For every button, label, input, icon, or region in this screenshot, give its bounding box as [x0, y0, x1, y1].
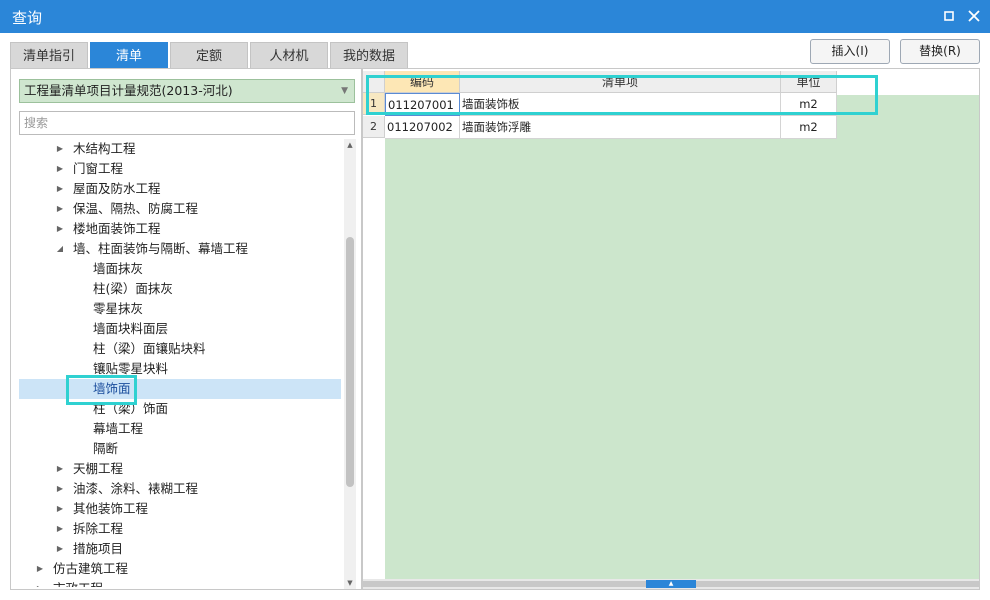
tree-item-label: 柱（梁）面镶贴块料	[93, 341, 206, 356]
collapsed-caret-icon[interactable]: ▶	[35, 559, 45, 579]
collapsed-caret-icon[interactable]: ▶	[55, 139, 65, 159]
collapsed-caret-icon[interactable]: ▶	[55, 539, 65, 559]
tree-item-label: 措施项目	[73, 541, 124, 556]
tree-item[interactable]: ▶ 市政工程	[19, 579, 341, 587]
scroll-up-icon[interactable]: ▲	[344, 139, 356, 151]
standard-select-value: 工程量清单项目计量规范(2013-河北)	[24, 83, 233, 98]
tree-item[interactable]: 墙面抹灰	[19, 259, 341, 279]
insert-button[interactable]: 插入(I)	[810, 39, 890, 64]
tree-item-label: 拆除工程	[73, 521, 124, 536]
collapsed-caret-icon[interactable]: ▶	[55, 519, 65, 539]
close-icon[interactable]	[965, 7, 983, 25]
maximize-icon[interactable]	[940, 7, 958, 25]
tree-item-label: 市政工程	[53, 579, 103, 587]
tree-item[interactable]: ▶ 保温、隔热、防腐工程	[19, 199, 341, 219]
tree-item-label: 屋面及防水工程	[73, 181, 161, 196]
cell-item[interactable]: 墙面装饰浮雕	[460, 116, 781, 139]
cell-code[interactable]: 011207002	[385, 116, 460, 139]
column-header-code[interactable]: 编码	[385, 71, 460, 93]
tree-scrollbar[interactable]: ▲ ▼	[344, 139, 356, 589]
tab-list[interactable]: 清单	[90, 42, 168, 69]
splitter-handle[interactable]: ▲	[646, 580, 696, 588]
column-header-item[interactable]: 清单项	[460, 71, 781, 93]
row-number[interactable]: 1	[363, 93, 385, 115]
tree-item[interactable]: ▶ 其他装饰工程	[19, 499, 341, 519]
tree-item[interactable]: ▶ 楼地面装饰工程	[19, 219, 341, 239]
tree-item[interactable]: 墙面块料面层	[19, 319, 341, 339]
tree-item-label: 幕墙工程	[93, 421, 144, 436]
collapsed-caret-icon[interactable]: ▶	[55, 499, 65, 519]
tab-list-guide[interactable]: 清单指引	[10, 42, 88, 69]
collapsed-caret-icon[interactable]: ▶	[55, 199, 65, 219]
tree-item-label: 门窗工程	[73, 161, 124, 176]
tree-item[interactable]: 幕墙工程	[19, 419, 341, 439]
tree-item-label: 柱(梁）面抹灰	[93, 281, 173, 296]
scroll-down-icon[interactable]: ▼	[344, 577, 356, 589]
scrollbar-thumb[interactable]	[346, 237, 354, 487]
collapsed-caret-icon[interactable]: ▶	[55, 159, 65, 179]
right-pane: 编码 清单项 单位 1 011207001 墙面装饰板 m2 2 0112070…	[362, 68, 980, 590]
collapsed-caret-icon[interactable]: ▶	[55, 479, 65, 499]
tab-my-data[interactable]: 我的数据	[330, 42, 408, 69]
tree-item[interactable]: ▶ 天棚工程	[19, 459, 341, 479]
expanded-caret-icon[interactable]: ◢	[55, 239, 65, 259]
column-header-unit[interactable]: 单位	[781, 71, 837, 93]
left-pane: 工程量清单项目计量规范(2013-河北) ▼ ▶ 木结构工程 ▶ 门窗工程 ▶ 屋面及防水…	[10, 68, 362, 590]
tab-quota[interactable]: 定额	[170, 42, 248, 69]
tree-item-label: 其他装饰工程	[73, 501, 149, 516]
tree-item[interactable]: ▶ 屋面及防水工程	[19, 179, 341, 199]
grid-background	[385, 95, 979, 579]
tree-item[interactable]: ▶ 木结构工程	[19, 139, 341, 159]
tree-item[interactable]: 墙饰面	[19, 379, 341, 399]
search-input[interactable]	[19, 111, 355, 135]
row-number[interactable]: 2	[363, 116, 385, 138]
tree-item[interactable]: 隔断	[19, 439, 341, 459]
tree-item[interactable]: ▶ 仿古建筑工程	[19, 559, 341, 579]
tree-item[interactable]: 柱（梁）面镶贴块料	[19, 339, 341, 359]
tree-item-label: 墙面块料面层	[93, 321, 169, 336]
tree-item[interactable]: ◢ 墙、柱面装饰与隔断、幕墙工程	[19, 239, 341, 259]
collapsed-caret-icon[interactable]: ▶	[55, 219, 65, 239]
cell-unit[interactable]: m2	[781, 116, 837, 139]
tree-item[interactable]: 柱(梁）面抹灰	[19, 279, 341, 299]
tree-item-label: 墙、柱面装饰与隔断、幕墙工程	[73, 241, 249, 256]
tab-labor-material[interactable]: 人材机	[250, 42, 328, 69]
tree-item-label: 仿古建筑工程	[53, 561, 129, 576]
tree-item-label: 木结构工程	[73, 141, 136, 156]
tree-item[interactable]: ▶ 门窗工程	[19, 159, 341, 179]
tree-item-label: 镶贴零星块料	[93, 361, 169, 376]
tree-item[interactable]: 镶贴零星块料	[19, 359, 341, 379]
window-title: 查询	[12, 9, 43, 27]
tree-item[interactable]: ▶ 拆除工程	[19, 519, 341, 539]
tree-item[interactable]: 零星抹灰	[19, 299, 341, 319]
tree-item-label: 隔断	[93, 441, 119, 456]
tree-item-label: 零星抹灰	[93, 301, 144, 316]
tree-item-label: 楼地面装饰工程	[73, 221, 161, 236]
collapsed-caret-icon[interactable]: ▶	[55, 179, 65, 199]
replace-button[interactable]: 替换(R)	[900, 39, 980, 64]
tree-item-label: 油漆、涂料、裱糊工程	[73, 481, 199, 496]
tree-item[interactable]: ▶ 油漆、涂料、裱糊工程	[19, 479, 341, 499]
tree-item[interactable]: ▶ 措施项目	[19, 539, 341, 559]
tree-item-label: 天棚工程	[73, 461, 124, 476]
standard-select[interactable]: 工程量清单项目计量规范(2013-河北) ▼	[19, 79, 355, 103]
grid-horizontal-scrollbar[interactable]: ▲	[363, 579, 979, 589]
cell-item[interactable]: 墙面装饰板	[460, 93, 781, 116]
title-bar: 查询	[0, 0, 990, 33]
collapsed-caret-icon[interactable]: ▶	[55, 459, 65, 479]
category-tree: ▶ 木结构工程 ▶ 门窗工程 ▶ 屋面及防水工程 ▶ 保温、隔热、防腐工程 ▶ 楼地面装饰工程 ◢ 墙…	[19, 139, 343, 587]
tree-item[interactable]: 柱（梁）饰面	[19, 399, 341, 419]
grid-corner	[363, 71, 385, 93]
tree-item-label: 墙面抹灰	[93, 261, 144, 276]
tree-item-label: 墙饰面	[93, 381, 131, 396]
tree-item-label: 保温、隔热、防腐工程	[73, 201, 199, 216]
cell-unit[interactable]: m2	[781, 93, 837, 116]
collapsed-caret-icon[interactable]: ▶	[35, 579, 45, 587]
chevron-down-icon[interactable]: ▼	[341, 80, 348, 102]
tree-item-label: 柱（梁）饰面	[93, 401, 169, 416]
cell-code[interactable]: 011207001	[385, 93, 460, 116]
